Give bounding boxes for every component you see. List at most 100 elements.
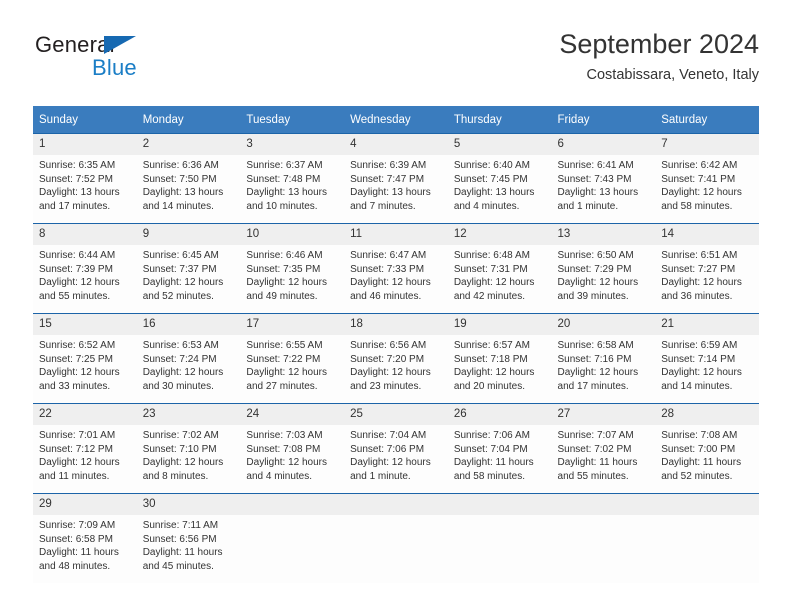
day-details: Sunrise: 7:06 AM Sunset: 7:04 PM Daylight:… [448, 425, 552, 483]
calendar-day-cell[interactable]: 29 Sunrise: 7:09 AM Sunset: 6:58 PM Dayligh… [33, 493, 137, 583]
day-number: 11 [344, 224, 448, 245]
calendar-day-cell[interactable]: 19 Sunrise: 6:57 AM Sunset: 7:18 PM Dayligh… [447, 313, 552, 404]
calendar-day-cell[interactable]: 14 Sunrise: 6:51 AM Sunset: 7:27 PM Dayligh… [655, 223, 759, 314]
weekday-header-saturday: Saturday [655, 106, 759, 134]
calendar-day-cell[interactable]: 10 Sunrise: 6:46 AM Sunset: 7:35 PM Dayligh… [240, 223, 345, 314]
daylight-text-line1: Daylight: 13 hours [557, 187, 639, 199]
day-number: 10 [240, 224, 345, 245]
calendar-day-cell[interactable]: 4 Sunrise: 6:39 AM Sunset: 7:47 PM Daylight… [344, 133, 448, 224]
blue-triangle-icon [104, 36, 136, 54]
daylight-text-line1: Daylight: 12 hours [142, 367, 224, 379]
daylight-text-line1: Daylight: 12 hours [142, 277, 224, 289]
daylight-text-line1: Daylight: 12 hours [350, 367, 431, 379]
calendar-day-cell[interactable] [655, 493, 759, 583]
calendar-day-cell[interactable]: 11 Sunrise: 6:47 AM Sunset: 7:33 PM Dayligh… [344, 223, 448, 314]
day-details: Sunrise: 7:01 AM Sunset: 7:12 PM Daylight:… [33, 425, 137, 483]
sunrise-text: Sunrise: 6:41 AM [557, 160, 634, 171]
calendar-day-cell[interactable]: 13 Sunrise: 6:50 AM Sunset: 7:29 PM Dayligh… [551, 223, 656, 314]
calendar-day-cell[interactable]: 16 Sunrise: 6:53 AM Sunset: 7:24 PM Dayligh… [136, 313, 241, 404]
calendar-day-cell[interactable]: 9 Sunrise: 6:45 AM Sunset: 7:37 PM Daylight… [136, 223, 241, 314]
day-number: 20 [551, 314, 656, 335]
day-number [447, 494, 552, 515]
calendar-day-cell[interactable]: 2 Sunrise: 6:36 AM Sunset: 7:50 PM Daylight… [136, 133, 241, 224]
day-details: Sunrise: 6:44 AM Sunset: 7:39 PM Daylight:… [33, 245, 137, 303]
day-details [448, 515, 552, 519]
daylight-text-line2: and 48 minutes. [39, 560, 111, 572]
general-blue-logo[interactable]: General Blue [33, 32, 273, 90]
day-details: Sunrise: 6:45 AM Sunset: 7:37 PM Daylight:… [137, 245, 241, 303]
calendar-day-cell[interactable]: 24 Sunrise: 7:03 AM Sunset: 7:08 PM Dayligh… [240, 403, 345, 494]
calendar-day-cell[interactable]: 15 Sunrise: 6:52 AM Sunset: 7:25 PM Dayligh… [33, 313, 137, 404]
sunset-text: Sunset: 7:29 PM [557, 263, 632, 275]
sunset-text: Sunset: 7:52 PM [39, 173, 113, 185]
sunset-text: Sunset: 7:35 PM [246, 263, 321, 275]
sunset-text: Sunset: 7:20 PM [350, 353, 425, 365]
sunset-text: Sunset: 7:16 PM [557, 353, 632, 365]
sunset-text: Sunset: 7:14 PM [661, 353, 736, 365]
weekday-header-sunday: Sunday [33, 106, 137, 134]
daylight-text-line1: Daylight: 12 hours [246, 457, 328, 469]
calendar-day-cell[interactable]: 5 Sunrise: 6:40 AM Sunset: 7:45 PM Daylight… [447, 133, 552, 224]
day-details: Sunrise: 7:11 AM Sunset: 6:56 PM Daylight:… [137, 515, 241, 573]
day-details: Sunrise: 7:09 AM Sunset: 6:58 PM Daylight:… [33, 515, 137, 573]
calendar-week-row: 1 Sunrise: 6:35 AM Sunset: 7:52 PM Daylight… [33, 133, 759, 224]
sunrise-text: Sunrise: 6:48 AM [453, 250, 530, 261]
calendar-day-cell[interactable]: 6 Sunrise: 6:41 AM Sunset: 7:43 PM Daylight… [551, 133, 656, 224]
calendar-day-cell[interactable]: 30 Sunrise: 7:11 AM Sunset: 6:56 PM Dayligh… [136, 493, 241, 583]
sunrise-text: Sunrise: 6:55 AM [246, 340, 323, 351]
sunrise-text: Sunrise: 7:03 AM [246, 430, 323, 441]
sunrise-text: Sunrise: 7:04 AM [350, 430, 427, 441]
weekday-header-thursday: Thursday [447, 106, 552, 134]
sunset-text: Sunset: 7:22 PM [246, 353, 321, 365]
calendar-day-cell[interactable]: 8 Sunrise: 6:44 AM Sunset: 7:39 PM Daylight… [33, 223, 137, 314]
daylight-text-line2: and 11 minutes. [39, 470, 110, 482]
day-number: 12 [447, 224, 552, 245]
day-number: 7 [655, 134, 759, 155]
calendar-day-cell[interactable] [551, 493, 656, 583]
calendar-day-cell[interactable]: 28 Sunrise: 7:08 AM Sunset: 7:00 PM Dayligh… [655, 403, 759, 494]
calendar-day-cell[interactable]: 7 Sunrise: 6:42 AM Sunset: 7:41 PM Daylight… [655, 133, 759, 224]
daylight-text-line1: Daylight: 11 hours [142, 547, 223, 559]
weekday-header-wednesday: Wednesday [344, 106, 448, 134]
sunset-text: Sunset: 7:50 PM [142, 173, 217, 185]
daylight-text-line2: and 39 minutes. [557, 290, 629, 302]
calendar-day-cell[interactable]: 25 Sunrise: 7:04 AM Sunset: 7:06 PM Dayligh… [344, 403, 448, 494]
day-details: Sunrise: 7:02 AM Sunset: 7:10 PM Daylight:… [137, 425, 241, 483]
day-details: Sunrise: 6:40 AM Sunset: 7:45 PM Daylight:… [448, 155, 552, 213]
calendar-day-cell[interactable]: 21 Sunrise: 6:59 AM Sunset: 7:14 PM Dayligh… [655, 313, 759, 404]
calendar-day-cell[interactable]: 26 Sunrise: 7:06 AM Sunset: 7:04 PM Dayligh… [447, 403, 552, 494]
sunset-text: Sunset: 7:25 PM [39, 353, 113, 365]
calendar-day-cell[interactable]: 12 Sunrise: 6:48 AM Sunset: 7:31 PM Dayligh… [447, 223, 552, 314]
day-number: 30 [136, 494, 241, 515]
day-details: Sunrise: 6:52 AM Sunset: 7:25 PM Daylight:… [33, 335, 137, 393]
calendar-week-row: 29 Sunrise: 7:09 AM Sunset: 6:58 PM Dayligh… [33, 493, 759, 583]
sunset-text: Sunset: 6:56 PM [142, 533, 217, 545]
day-number: 9 [136, 224, 241, 245]
calendar-day-cell[interactable]: 20 Sunrise: 6:58 AM Sunset: 7:16 PM Dayligh… [551, 313, 656, 404]
daylight-text-line2: and 7 minutes. [350, 200, 416, 212]
sunset-text: Sunset: 7:45 PM [453, 173, 528, 185]
calendar-day-cell[interactable] [344, 493, 448, 583]
calendar-day-cell[interactable]: 17 Sunrise: 6:55 AM Sunset: 7:22 PM Dayligh… [240, 313, 345, 404]
calendar-day-cell[interactable]: 23 Sunrise: 7:02 AM Sunset: 7:10 PM Dayligh… [136, 403, 241, 494]
day-number: 26 [447, 404, 552, 425]
calendar-day-cell[interactable]: 22 Sunrise: 7:01 AM Sunset: 7:12 PM Dayligh… [33, 403, 137, 494]
day-details: Sunrise: 6:56 AM Sunset: 7:20 PM Daylight:… [344, 335, 448, 393]
daylight-text-line2: and 8 minutes. [142, 470, 209, 482]
daylight-text-line2: and 4 minutes. [246, 470, 313, 482]
calendar-day-cell[interactable]: 1 Sunrise: 6:35 AM Sunset: 7:52 PM Daylight… [33, 133, 137, 224]
day-details: Sunrise: 6:37 AM Sunset: 7:48 PM Daylight:… [240, 155, 344, 213]
sunrise-text: Sunrise: 6:46 AM [246, 250, 323, 261]
calendar-day-cell[interactable] [447, 493, 552, 583]
calendar-day-cell[interactable]: 3 Sunrise: 6:37 AM Sunset: 7:48 PM Daylight… [240, 133, 345, 224]
sunset-text: Sunset: 7:08 PM [246, 443, 321, 455]
day-number [655, 494, 759, 515]
daylight-text-line1: Daylight: 12 hours [350, 457, 431, 469]
day-number: 8 [33, 224, 137, 245]
daylight-text-line1: Daylight: 12 hours [39, 367, 120, 379]
calendar-day-cell[interactable] [240, 493, 345, 583]
calendar-day-cell[interactable]: 27 Sunrise: 7:07 AM Sunset: 7:02 PM Dayligh… [551, 403, 656, 494]
sunrise-text: Sunrise: 6:39 AM [350, 160, 427, 171]
calendar-day-cell[interactable]: 18 Sunrise: 6:56 AM Sunset: 7:20 PM Dayligh… [344, 313, 448, 404]
daylight-text-line1: Daylight: 12 hours [246, 367, 328, 379]
